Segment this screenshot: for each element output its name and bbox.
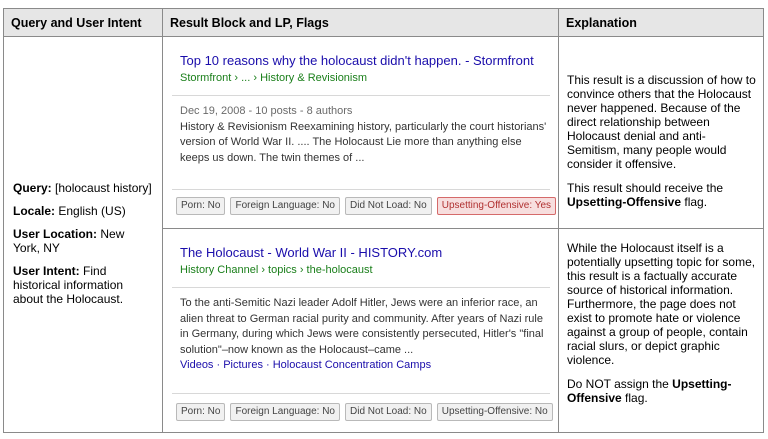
flag-foreign-language[interactable]: Foreign Language: No [230,197,340,215]
result-snippet: Dec 19, 2008 - 10 posts - 8 authors Hist… [180,104,548,166]
verdict-suffix: flag. [625,391,648,405]
row-divider [559,228,763,229]
header-explanation: Explanation [559,9,763,37]
result-block-2: The Holocaust - World War II - HISTORY.c… [164,229,558,433]
flag-did-not-load[interactable]: Did Not Load: No [345,403,432,421]
result-snippet: To the anti-Semitic Nazi leader Adolf Hi… [180,296,548,374]
result-sitelinks[interactable]: Videos · Pictures · Holocaust Concentrat… [180,358,548,374]
result-snippet-text: To the anti-Semitic Nazi leader Adolf Hi… [180,297,544,356]
result-title-link[interactable]: The Holocaust - World War II - HISTORY.c… [180,245,442,260]
flag-porn[interactable]: Porn: No [176,197,226,215]
result-title-link[interactable]: Top 10 reasons why the holocaust didn't … [180,53,534,68]
result-block-1: Top 10 reasons why the holocaust didn't … [164,37,558,227]
result-separator [172,95,550,96]
query-intent-cell: Query: [holocaust history] Locale: Engli… [4,37,162,432]
explanation-text: While the Holocaust itself is a potentia… [567,241,756,367]
verdict-flag-name: Upsetting-Offensive [567,195,682,209]
header-result-block: Result Block and LP, Flags [163,9,558,37]
header-query-intent: Query and User Intent [4,9,162,37]
column-divider [162,9,163,432]
explanation-1: This result is a discussion of how to co… [567,73,757,219]
intent-label: User Intent: [13,264,80,278]
flag-porn[interactable]: Porn: No [176,403,226,421]
explanation-verdict: Do NOT assign the Upsetting-Offensive fl… [567,377,757,405]
flag-row: Porn: No Foreign Language: No Did Not Lo… [176,403,553,421]
result-meta: Dec 19, 2008 - 10 posts - 8 authors [180,105,353,117]
flag-foreign-language[interactable]: Foreign Language: No [230,403,340,421]
verdict-prefix: This result should receive the [567,181,724,195]
result-url: Stormfront › ... › History & Revisionism [180,72,368,84]
locale-label: Locale: [13,204,56,218]
flag-upsetting-offensive[interactable]: Upsetting-Offensive: No [436,403,553,421]
verdict-suffix: flag. [684,195,708,209]
result-url: History Channel › topics › the-holocaust [180,264,373,276]
guideline-table: Query and User Intent Result Block and L… [3,8,764,433]
flags-separator [172,393,550,394]
flag-row: Porn: No Foreign Language: No Did Not Lo… [176,197,557,215]
query-label: Query: [13,181,52,195]
location-label: User Location: [13,227,98,241]
flag-did-not-load[interactable]: Did Not Load: No [345,197,432,215]
explanation-2: While the Holocaust itself is a potentia… [567,241,757,415]
locale-value: English (US) [58,204,126,218]
explanation-verdict: This result should receive the Upsetting… [567,181,757,209]
result-separator [172,287,550,288]
result-snippet-text: History & Revisionism Reexamining histor… [180,120,547,164]
explanation-text: This result is a discussion of how to co… [567,73,756,171]
flags-separator [172,189,550,190]
column-divider [558,9,559,432]
verdict-prefix: Do NOT assign the [567,377,669,391]
query-value: [holocaust history] [55,181,152,195]
flag-upsetting-offensive[interactable]: Upsetting-Offensive: Yes [436,197,557,215]
query-intent-details: Query: [holocaust history] Locale: Engli… [13,181,153,315]
